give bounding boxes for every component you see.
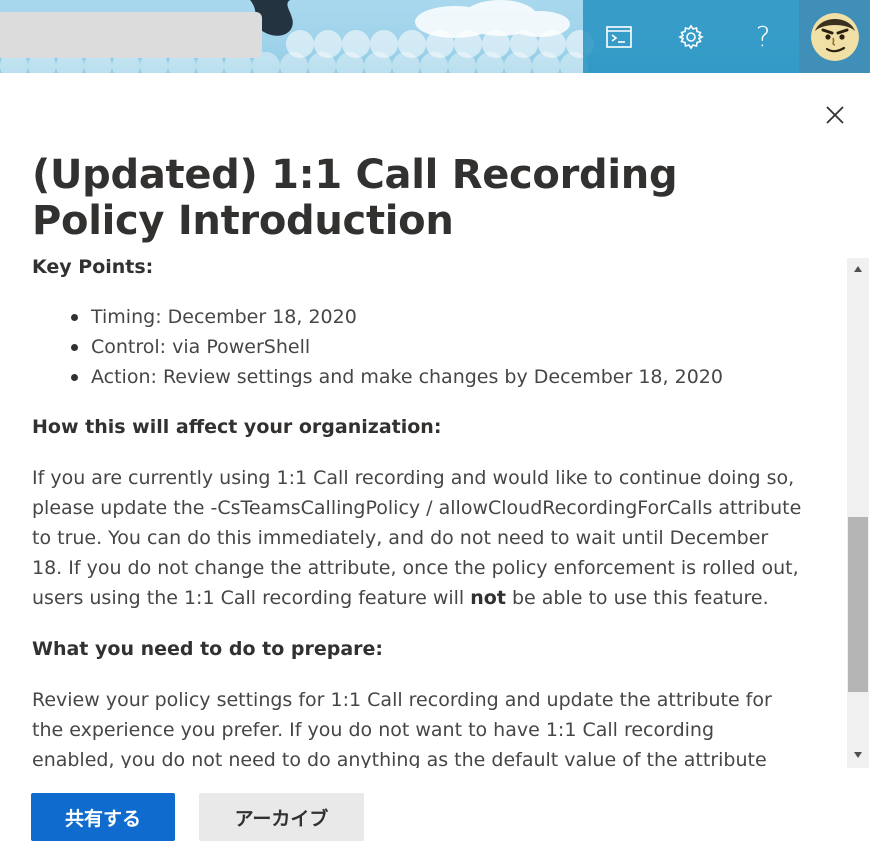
message-body[interactable]: Key Points: Timing: December 18, 2020 Co… [32,250,832,768]
account-button[interactable] [799,0,870,73]
archive-button[interactable]: アーカイブ [199,793,364,841]
affect-text-end: be able to use this feature. [505,587,769,609]
prepare-paragraph: Review your policy settings for 1:1 Call… [32,689,772,768]
emphasis-text: not [470,587,506,609]
key-points-heading: Key Points: [32,256,154,278]
help-button[interactable]: ? [727,0,799,73]
settings-button[interactable] [655,0,727,73]
header-toolbar: ? [583,0,799,73]
header-banner: ? [0,0,870,73]
gear-icon [678,24,704,49]
list-item: Action: Review settings and make changes… [32,362,723,392]
cloud-shell-button[interactable] [583,0,655,73]
close-button[interactable] [822,102,848,128]
list-item: Control: via PowerShell [32,332,723,362]
list-item: Timing: December 18, 2020 [32,302,723,332]
key-points-list: Timing: December 18, 2020 Control: via P… [32,302,723,392]
caret-down-icon [854,752,862,758]
caret-up-icon [854,266,862,272]
vertical-scrollbar[interactable] [847,258,869,768]
scroll-down-button[interactable] [847,744,869,766]
help-icon: ? [755,20,771,53]
prepare-heading: What you need to do to prepare: [32,638,383,660]
cloud-shell-icon [606,25,632,48]
share-button[interactable]: 共有する [31,793,175,841]
close-icon [826,106,844,124]
scroll-up-button[interactable] [847,258,869,280]
message-title: (Updated) 1:1 Call Recording Policy Intr… [32,152,678,244]
affect-heading: How this will affect your organization: [32,416,442,438]
avatar [810,12,859,61]
search-box[interactable] [0,12,262,58]
user-avatar-icon [810,12,859,61]
scroll-thumb[interactable] [848,517,868,692]
affect-paragraph: If you are currently using 1:1 Call reco… [32,463,802,613]
